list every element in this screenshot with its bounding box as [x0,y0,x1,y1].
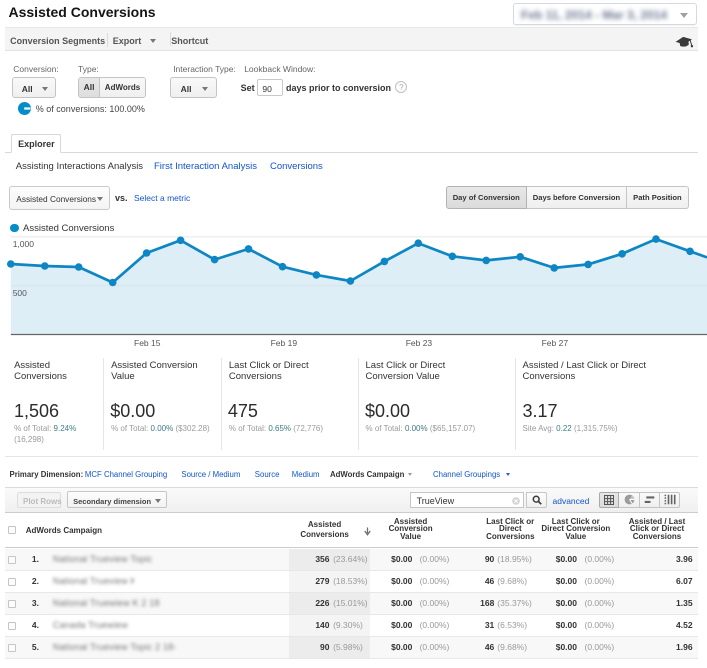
svg-text:500: 500 [13,288,27,298]
svg-text:Feb 19: Feb 19 [271,338,298,348]
svg-text:1,000: 1,000 [13,239,35,249]
svg-text:Feb 23: Feb 23 [406,338,433,348]
svg-text:Feb 27: Feb 27 [542,338,569,348]
svg-text:Feb 15: Feb 15 [134,338,161,348]
